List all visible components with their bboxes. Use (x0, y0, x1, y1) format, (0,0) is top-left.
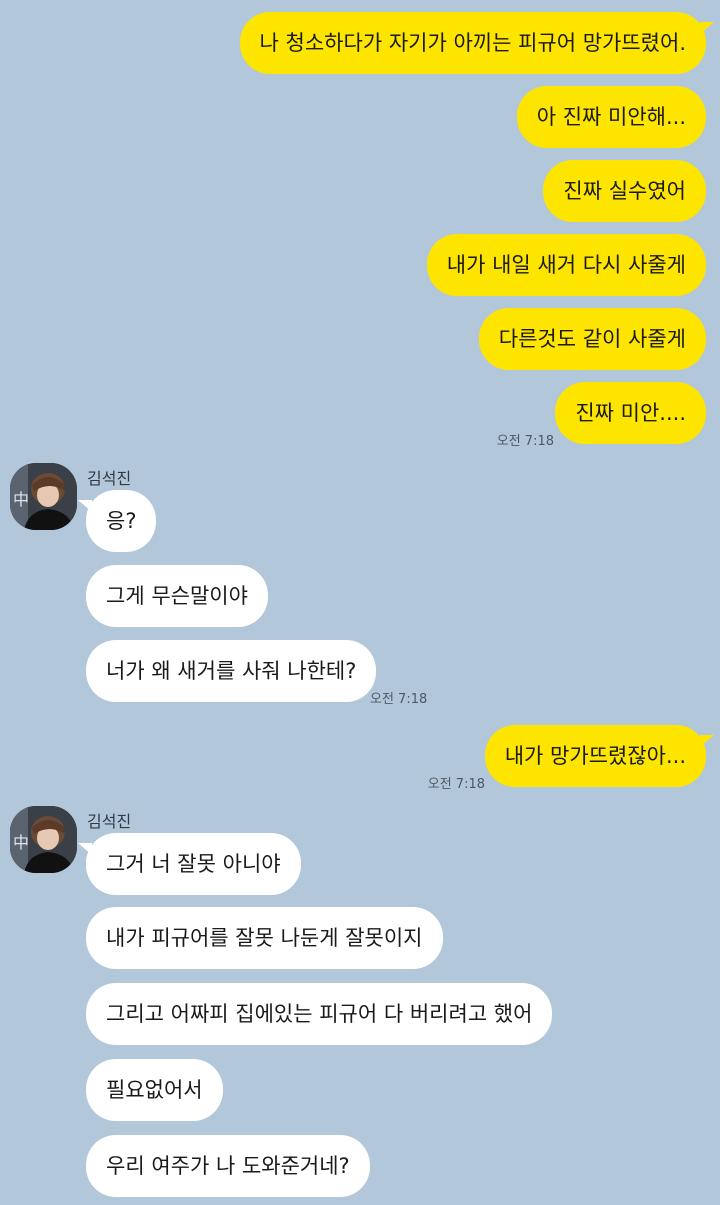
sent-message[interactable]: 나 청소하다가 자기가 아끼는 피규어 망가뜨렸어. (239, 12, 715, 74)
profile-photo-avatar-icon: 中 (10, 463, 77, 530)
sent-message[interactable]: 다른것도 같이 사줄게 (478, 308, 706, 370)
chat-area[interactable]: 나 청소하다가 자기가 아끼는 피규어 망가뜨렸어. 아 진짜 미안해... 진… (0, 0, 720, 1205)
sent-message[interactable]: 진짜 미안.... (555, 382, 706, 444)
received-message[interactable]: 우리 여주가 나 도와준거네? (86, 1135, 370, 1197)
sender-name: 김석진 (87, 469, 132, 488)
avatar[interactable]: 中 (10, 463, 77, 530)
svg-text:中: 中 (13, 490, 29, 509)
received-message[interactable]: 그게 무슨말이야 (86, 565, 268, 627)
sent-message[interactable]: 진짜 실수였어 (543, 160, 706, 222)
message-timestamp: 오전 7:18 (496, 434, 554, 449)
message-timestamp: 오전 7:18 (370, 692, 428, 707)
sent-message[interactable]: 아 진짜 미안해... (516, 86, 706, 148)
sent-message[interactable]: 내가 망가뜨렸잖아... (484, 725, 715, 787)
received-message[interactable]: 응? (77, 490, 157, 552)
sent-message[interactable]: 내가 내일 새거 다시 사줄게 (426, 234, 706, 296)
received-message[interactable]: 너가 왜 새거를 사줘 나한테? (86, 640, 377, 702)
profile-photo-avatar-icon: 中 (10, 806, 77, 873)
received-message[interactable]: 그리고 어짜피 집에있는 피규어 다 버리려고 했어 (86, 983, 553, 1045)
sender-name: 김석진 (87, 812, 132, 831)
svg-text:中: 中 (13, 833, 29, 852)
received-message[interactable]: 내가 피규어를 잘못 나둔게 잘못이지 (86, 907, 443, 969)
received-message[interactable]: 필요없어서 (86, 1059, 223, 1121)
message-timestamp: 오전 7:18 (427, 777, 485, 792)
avatar[interactable]: 中 (10, 806, 77, 873)
received-message[interactable]: 그거 너 잘못 아니야 (78, 833, 301, 895)
